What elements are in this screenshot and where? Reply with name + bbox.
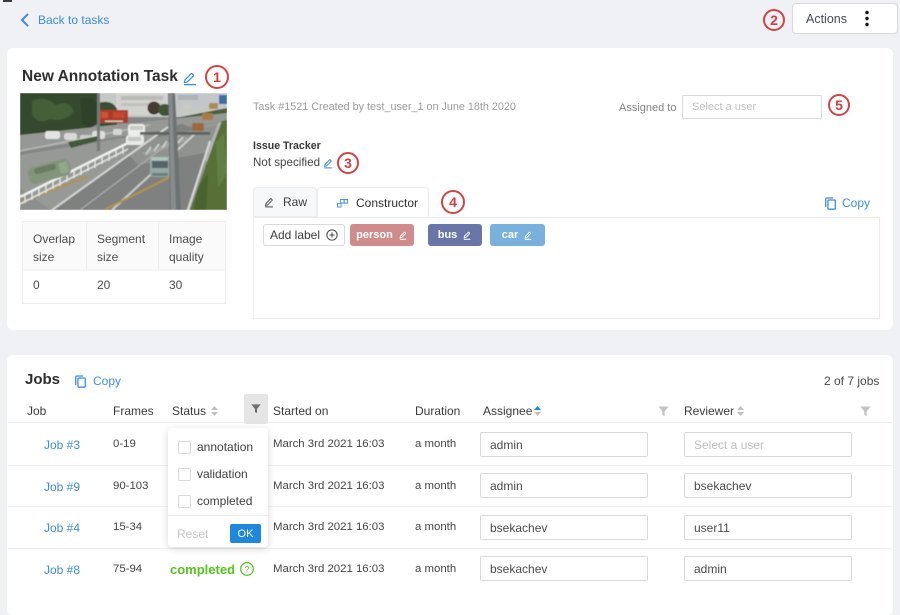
svg-text:?: ? <box>245 564 250 574</box>
